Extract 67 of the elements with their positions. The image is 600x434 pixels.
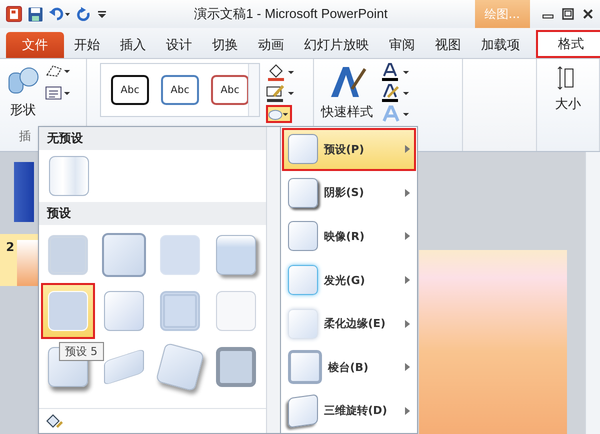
- effect-preview-icon: [288, 394, 318, 428]
- section-heading: 无预设: [39, 127, 266, 150]
- app-logo-icon[interactable]: [6, 6, 22, 22]
- submenu-arrow-icon: [405, 232, 410, 240]
- menu-item[interactable]: 映像(R): [282, 215, 416, 258]
- ribbon-tab[interactable]: 设计: [156, 32, 202, 58]
- submenu-arrow-icon: [405, 276, 410, 284]
- preset-tile[interactable]: [41, 283, 95, 339]
- group-label: 插: [18, 128, 31, 145]
- submenu-arrow-icon: [405, 145, 410, 154]
- ribbon-tab[interactable]: 动画: [248, 32, 294, 58]
- paint-options-icon[interactable]: [45, 413, 63, 429]
- shape-style-swatch[interactable]: Abc: [111, 75, 149, 105]
- shapes-button[interactable]: 形状: [5, 63, 41, 121]
- text-outline-icon[interactable]: [381, 84, 411, 102]
- effect-preview-icon: [288, 134, 318, 164]
- menu-item[interactable]: 预设(P): [282, 128, 416, 171]
- menu-item[interactable]: 三维旋转(D): [282, 389, 416, 432]
- outline-pen-icon[interactable]: [266, 84, 296, 102]
- undo-icon[interactable]: [49, 7, 71, 21]
- fill-bucket-icon[interactable]: [266, 63, 296, 81]
- menu-item[interactable]: 柔化边缘(E): [282, 302, 416, 345]
- contextual-tab-header: 绘图...: [474, 0, 530, 28]
- file-tab[interactable]: 文件: [6, 32, 64, 58]
- slide-thumbnail[interactable]: [14, 162, 34, 222]
- slide-thumbnail-item[interactable]: 2: [0, 234, 38, 286]
- menu-item[interactable]: 发光(G): [282, 258, 416, 302]
- slide-number: 2: [6, 240, 14, 256]
- gallery-scrollbar[interactable]: [266, 127, 281, 433]
- ribbon-tab[interactable]: 插入: [110, 32, 156, 58]
- shape-style-swatch[interactable]: Abc: [161, 75, 199, 105]
- submenu-arrow-icon: [405, 320, 410, 328]
- shape-style-swatch[interactable]: Abc: [211, 75, 249, 105]
- menu-item[interactable]: 阴影(S): [282, 172, 416, 214]
- submenu-arrow-icon: [405, 363, 410, 372]
- ribbon-tab[interactable]: 审阅: [379, 32, 425, 58]
- effect-preview-icon: [288, 308, 318, 339]
- ribbon-tab[interactable]: 开始: [64, 32, 110, 58]
- effect-preview-icon: [288, 265, 318, 296]
- shape-effects-icon: [268, 107, 290, 121]
- maximize-icon[interactable]: [562, 8, 574, 20]
- close-icon[interactable]: [582, 8, 594, 20]
- submenu-arrow-icon: [405, 406, 410, 415]
- ribbon-tab[interactable]: 加载项: [471, 32, 530, 58]
- submenu-arrow-icon: [405, 188, 410, 197]
- ribbon-tab[interactable]: 格式: [536, 30, 600, 58]
- size-button[interactable]: 大小: [553, 63, 583, 115]
- effect-preview-icon: [288, 221, 318, 252]
- no-preset-tile[interactable]: [49, 156, 89, 196]
- redo-icon[interactable]: [77, 7, 91, 21]
- text-fill-icon[interactable]: [381, 63, 411, 81]
- ribbon-tab[interactable]: 幻灯片放映: [294, 32, 379, 58]
- section-heading: 预设: [39, 202, 266, 225]
- customize-dropdown-icon[interactable]: [97, 8, 107, 20]
- ribbon-tab[interactable]: 视图: [425, 32, 471, 58]
- ribbon-tab[interactable]: 切换: [202, 32, 248, 58]
- quick-styles-button[interactable]: 快速样式: [319, 63, 375, 123]
- edit-shape-icon[interactable]: [45, 63, 71, 79]
- text-box-icon[interactable]: [45, 85, 71, 101]
- effect-preview-icon: [288, 350, 322, 384]
- window-title: 演示文稿1 - Microsoft PowerPoint: [192, 5, 389, 23]
- vertical-scrollbar[interactable]: [585, 152, 600, 434]
- tooltip: 预设 5: [59, 342, 104, 361]
- effect-preview-icon: [288, 178, 318, 208]
- save-icon[interactable]: [28, 6, 43, 22]
- shape-effects-button[interactable]: [266, 105, 292, 123]
- menu-item[interactable]: 棱台(B): [282, 346, 416, 388]
